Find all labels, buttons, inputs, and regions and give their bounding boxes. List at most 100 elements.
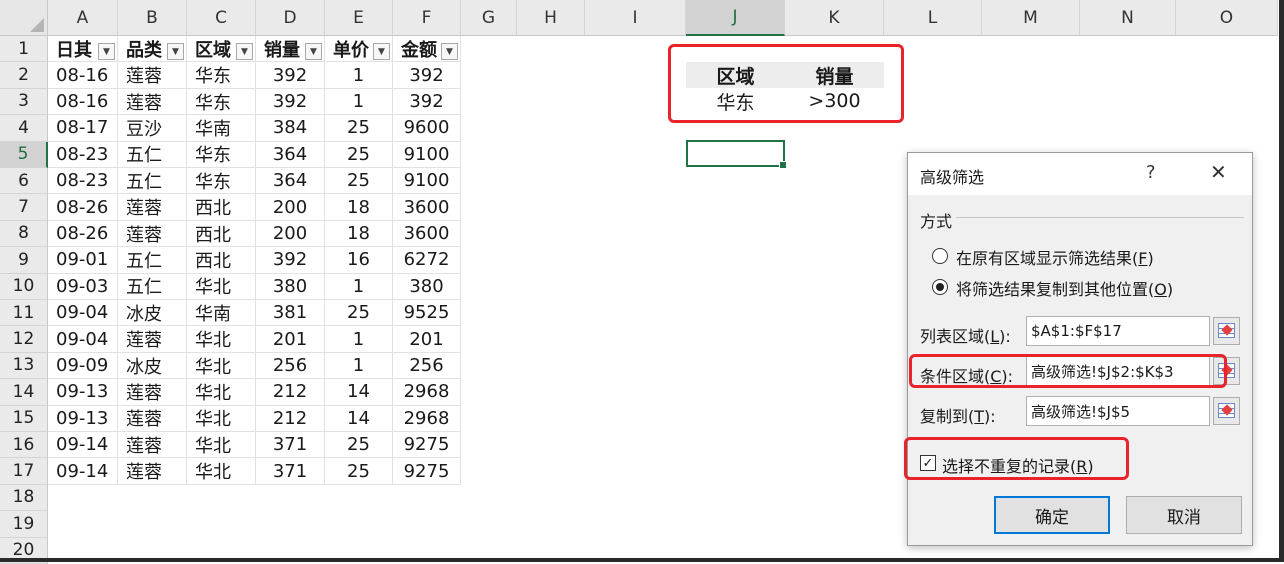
table-cell[interactable]: 200 bbox=[256, 220, 325, 248]
filter-dropdown-icon[interactable]: ▼ bbox=[236, 43, 253, 60]
table-cell[interactable]: 豆沙 bbox=[118, 115, 187, 142]
column-header-h[interactable]: H bbox=[517, 0, 585, 36]
table-header-cell[interactable]: 单价 ▼ bbox=[325, 36, 393, 63]
table-cell[interactable]: 华南 bbox=[187, 300, 256, 327]
table-cell[interactable]: 25 bbox=[325, 168, 393, 195]
table-cell[interactable]: 五仁 bbox=[118, 273, 187, 300]
table-cell[interactable]: 212 bbox=[256, 379, 325, 406]
column-header-e[interactable]: E bbox=[325, 0, 393, 36]
table-cell[interactable]: 200 bbox=[256, 194, 325, 221]
table-cell[interactable]: 五仁 bbox=[118, 141, 187, 168]
column-header-o[interactable]: O bbox=[1176, 0, 1278, 36]
filter-dropdown-icon[interactable]: ▼ bbox=[441, 43, 458, 60]
cancel-button[interactable]: 取消 bbox=[1126, 496, 1242, 534]
table-cell[interactable]: 1 bbox=[325, 62, 393, 89]
table-cell[interactable]: 冰皮 bbox=[118, 300, 187, 327]
table-cell[interactable]: 09-13 bbox=[48, 405, 118, 432]
table-cell[interactable]: 25 bbox=[325, 115, 393, 142]
table-cell[interactable]: 256 bbox=[256, 352, 325, 380]
table-cell[interactable]: 25 bbox=[325, 300, 393, 327]
row-header-18[interactable]: 18 bbox=[0, 484, 48, 512]
column-header-d[interactable]: D bbox=[256, 0, 325, 36]
table-cell[interactable]: 2968 bbox=[393, 405, 461, 432]
table-cell[interactable]: 09-14 bbox=[48, 432, 118, 459]
table-cell[interactable]: 华南 bbox=[187, 115, 256, 142]
table-cell[interactable]: 3600 bbox=[393, 220, 461, 248]
active-cell-j5[interactable] bbox=[686, 140, 787, 169]
table-cell[interactable]: 华东 bbox=[187, 141, 256, 168]
table-cell[interactable]: 莲蓉 bbox=[118, 62, 187, 89]
table-cell[interactable]: 华东 bbox=[187, 62, 256, 89]
table-cell[interactable]: 201 bbox=[393, 326, 461, 353]
row-header-17[interactable]: 17 bbox=[0, 458, 48, 485]
row-header-12[interactable]: 12 bbox=[0, 326, 48, 353]
table-cell[interactable]: 392 bbox=[256, 247, 325, 274]
table-cell[interactable]: 华北 bbox=[187, 273, 256, 300]
table-cell[interactable]: 08-16 bbox=[48, 88, 118, 116]
ok-button[interactable]: 确定 bbox=[994, 496, 1110, 534]
table-cell[interactable]: 09-04 bbox=[48, 300, 118, 327]
table-cell[interactable]: 392 bbox=[256, 62, 325, 89]
table-cell[interactable]: 莲蓉 bbox=[118, 379, 187, 406]
table-cell[interactable]: 380 bbox=[256, 273, 325, 300]
table-cell[interactable]: 09-09 bbox=[48, 352, 118, 380]
table-cell[interactable]: 华北 bbox=[187, 432, 256, 459]
table-cell[interactable]: 1 bbox=[325, 326, 393, 353]
help-button[interactable]: ? bbox=[1146, 162, 1156, 183]
table-cell[interactable]: 08-26 bbox=[48, 220, 118, 248]
radio-copy-to-location-label[interactable]: 将筛选结果复制到其他位置(O) bbox=[956, 276, 1173, 300]
table-cell[interactable]: 14 bbox=[325, 379, 393, 406]
column-header-m[interactable]: M bbox=[982, 0, 1080, 36]
table-cell[interactable]: 9100 bbox=[393, 141, 461, 168]
row-header-10[interactable]: 10 bbox=[0, 273, 48, 300]
table-cell[interactable]: 华东 bbox=[187, 168, 256, 195]
table-cell[interactable]: 冰皮 bbox=[118, 352, 187, 380]
table-cell[interactable]: 3600 bbox=[393, 194, 461, 221]
table-cell[interactable]: 25 bbox=[325, 432, 393, 459]
copy-to-picker-button[interactable] bbox=[1213, 397, 1240, 425]
row-header-9[interactable]: 9 bbox=[0, 247, 48, 274]
table-cell[interactable]: 西北 bbox=[187, 220, 256, 248]
table-cell[interactable]: 256 bbox=[393, 352, 461, 380]
table-cell[interactable]: 14 bbox=[325, 405, 393, 432]
table-cell[interactable]: 08-16 bbox=[48, 62, 118, 89]
row-header-16[interactable]: 16 bbox=[0, 432, 48, 459]
table-cell[interactable]: 364 bbox=[256, 141, 325, 168]
table-cell[interactable]: 201 bbox=[256, 326, 325, 353]
table-header-cell[interactable]: 金额 ▼ bbox=[393, 36, 461, 63]
row-header-5[interactable]: 5 bbox=[0, 141, 48, 168]
table-cell[interactable]: 25 bbox=[325, 458, 393, 485]
table-header-cell[interactable]: 日其 ▼ bbox=[48, 36, 118, 63]
column-header-l[interactable]: L bbox=[884, 0, 982, 36]
table-cell[interactable]: 08-26 bbox=[48, 194, 118, 221]
table-cell[interactable]: 华北 bbox=[187, 405, 256, 432]
table-cell[interactable]: 09-01 bbox=[48, 247, 118, 274]
table-header-cell[interactable]: 销量 ▼ bbox=[256, 36, 325, 63]
row-header-15[interactable]: 15 bbox=[0, 405, 48, 432]
table-cell[interactable]: 华北 bbox=[187, 352, 256, 380]
table-cell[interactable]: 华东 bbox=[187, 88, 256, 116]
row-header-13[interactable]: 13 bbox=[0, 352, 48, 380]
row-header-3[interactable]: 3 bbox=[0, 88, 48, 116]
table-cell[interactable]: 9275 bbox=[393, 458, 461, 485]
row-header-14[interactable]: 14 bbox=[0, 379, 48, 406]
list-range-input[interactable]: $A$1:$F$17 bbox=[1026, 316, 1210, 346]
table-header-cell[interactable]: 品类 ▼ bbox=[118, 36, 187, 63]
table-cell[interactable]: 1 bbox=[325, 88, 393, 116]
table-cell[interactable]: 08-23 bbox=[48, 168, 118, 195]
table-cell[interactable]: 381 bbox=[256, 300, 325, 327]
column-header-b[interactable]: B bbox=[118, 0, 187, 36]
row-header-11[interactable]: 11 bbox=[0, 300, 48, 327]
copy-to-input[interactable]: 高级筛选!$J$5 bbox=[1026, 396, 1210, 426]
row-header-8[interactable]: 8 bbox=[0, 220, 48, 248]
column-header-g[interactable]: G bbox=[461, 0, 517, 36]
table-cell[interactable]: 16 bbox=[325, 247, 393, 274]
close-icon[interactable]: ✕ bbox=[1210, 160, 1227, 184]
column-header-n[interactable]: N bbox=[1080, 0, 1176, 36]
table-cell[interactable]: 18 bbox=[325, 220, 393, 248]
table-cell[interactable]: 364 bbox=[256, 168, 325, 195]
table-cell[interactable]: 五仁 bbox=[118, 168, 187, 195]
table-cell[interactable]: 371 bbox=[256, 458, 325, 485]
table-cell[interactable]: 9100 bbox=[393, 168, 461, 195]
table-cell[interactable]: 华北 bbox=[187, 326, 256, 353]
